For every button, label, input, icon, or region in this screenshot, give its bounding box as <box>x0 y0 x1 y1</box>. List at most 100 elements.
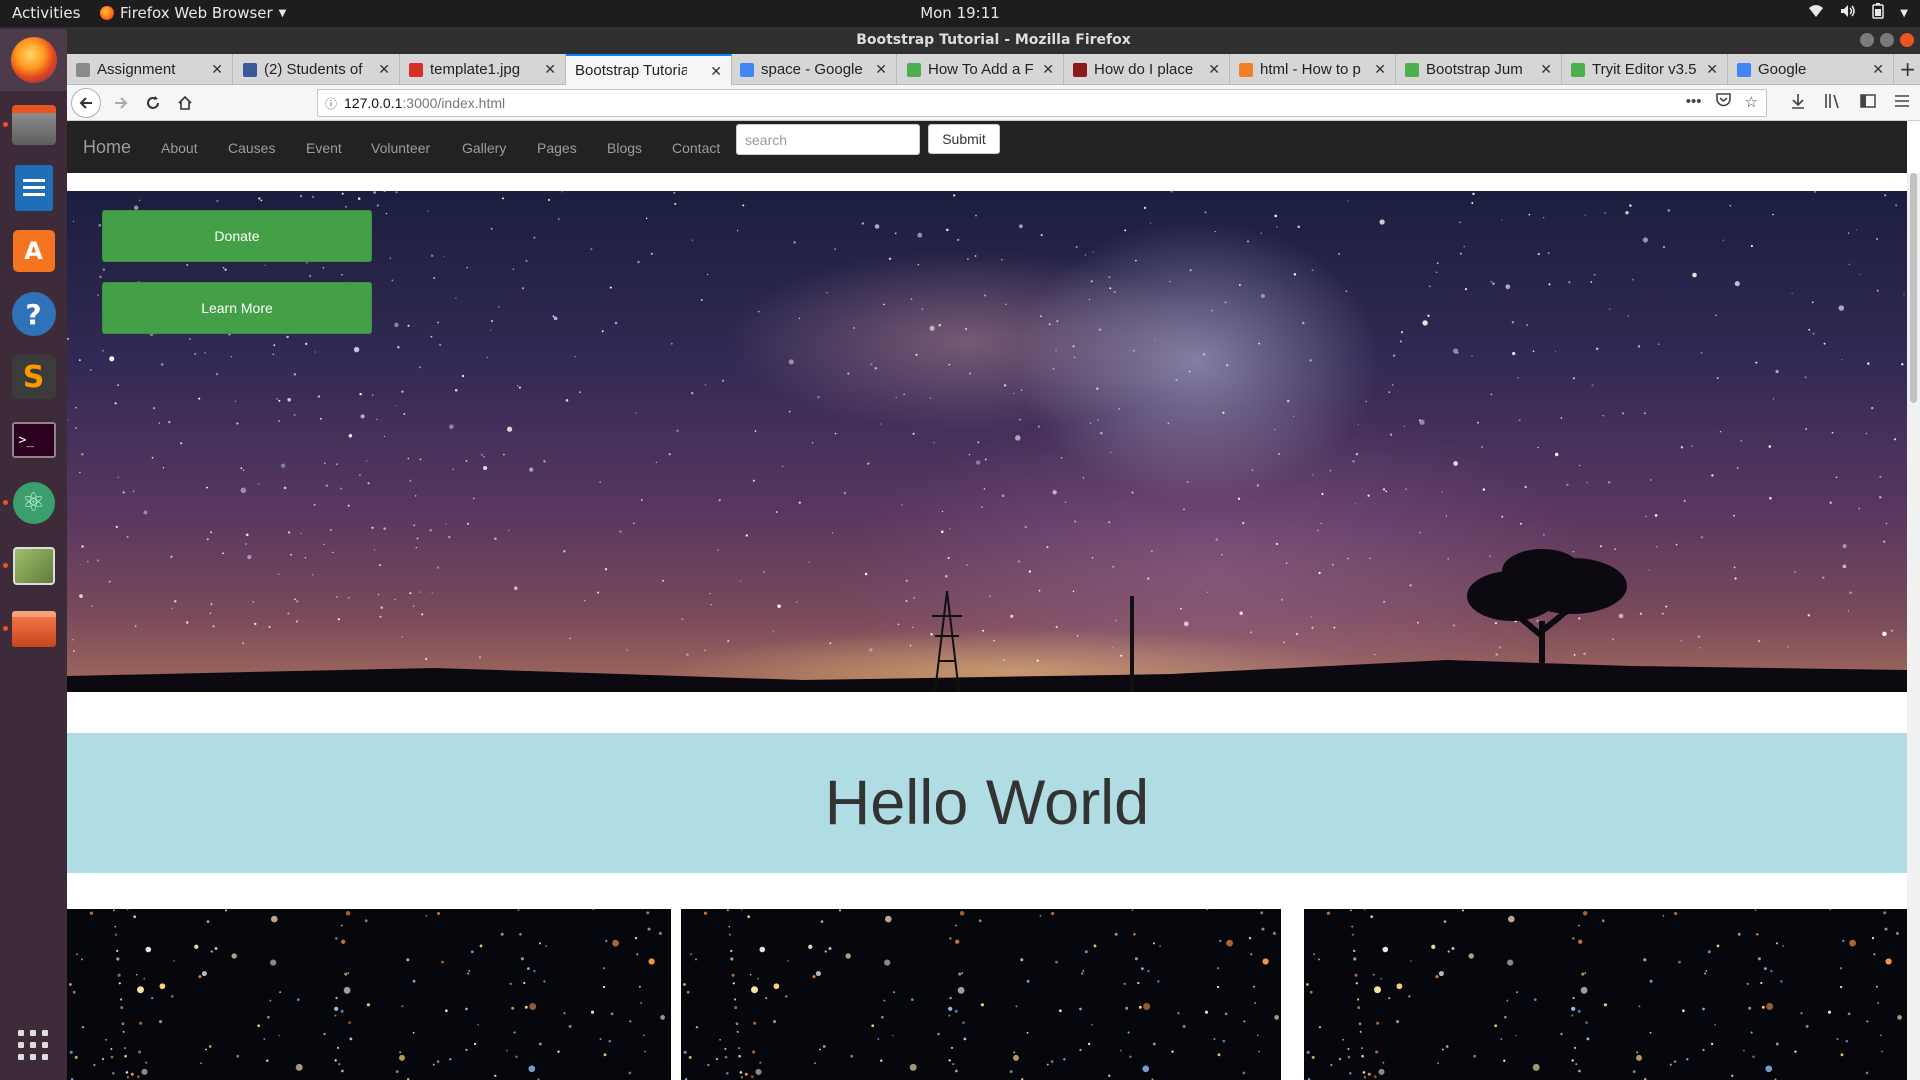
google-icon <box>1737 62 1751 77</box>
dock-sublime[interactable]: S <box>0 346 67 408</box>
donate-button[interactable]: Donate <box>102 210 372 262</box>
clock[interactable]: Mon 19:11 <box>920 4 1000 22</box>
facebook-icon <box>243 62 257 77</box>
firefox-small-icon <box>100 6 114 20</box>
bookmark-star-icon[interactable]: ☆ <box>1745 93 1758 111</box>
page-actions-icon[interactable]: ••• <box>1686 93 1702 111</box>
reload-button[interactable] <box>141 91 165 115</box>
dock-gimp[interactable] <box>0 535 67 597</box>
reload-icon <box>147 96 159 109</box>
w3schools-icon <box>1571 62 1585 77</box>
search-input[interactable] <box>736 124 920 155</box>
close-tab-icon[interactable]: ✕ <box>1208 61 1220 78</box>
maximize-button[interactable] <box>1880 33 1894 47</box>
globe-icon <box>76 62 90 77</box>
system-tray[interactable]: ▼ <box>1808 3 1908 23</box>
tab-8[interactable]: html - How to p ✕ <box>1230 54 1396 85</box>
nav-link-blogs[interactable]: Blogs <box>607 140 642 156</box>
close-tab-icon[interactable]: ✕ <box>1706 61 1718 78</box>
space-image-card-1 <box>67 909 671 1080</box>
space-image-card-2 <box>681 909 1281 1080</box>
nav-link-contact[interactable]: Contact <box>672 140 720 156</box>
close-tab-icon[interactable]: ✕ <box>1042 61 1054 78</box>
close-tab-icon[interactable]: ✕ <box>1374 61 1386 78</box>
files-icon <box>11 105 56 145</box>
forward-button[interactable] <box>109 91 133 115</box>
nav-link-about[interactable]: About <box>161 140 198 156</box>
site-info-icon[interactable]: ⓘ <box>318 95 344 112</box>
tab-11[interactable]: Google ✕ <box>1728 54 1894 85</box>
downloads-icon[interactable] <box>1790 93 1806 113</box>
url-path: :3000/index.html <box>402 95 506 111</box>
battery-icon[interactable] <box>1872 3 1885 23</box>
space-image <box>683 909 1279 1080</box>
volume-icon[interactable] <box>1840 4 1856 22</box>
tab-6[interactable]: How To Add a F ✕ <box>898 54 1064 85</box>
tab-label: How To Add a F <box>928 61 1034 78</box>
learn-more-button[interactable]: Learn More <box>102 282 372 334</box>
dock-atom[interactable]: ⚛ <box>0 472 67 534</box>
tab-3[interactable]: template1.jpg ✕ <box>400 54 566 85</box>
chevron-down-icon: ▼ <box>278 7 287 19</box>
site-navbar: Home About Causes Event Volunteer Galler… <box>67 121 1907 173</box>
new-tab-button[interactable]: + <box>1899 57 1916 81</box>
close-tab-icon[interactable]: ✕ <box>1540 61 1552 78</box>
close-tab-icon[interactable]: ✕ <box>378 61 390 78</box>
home-button[interactable] <box>173 91 197 115</box>
home-icon <box>178 95 192 110</box>
tree-silhouette <box>1467 549 1627 692</box>
dock-terminal[interactable]: >_ <box>0 409 67 471</box>
minimize-button[interactable] <box>1860 33 1874 47</box>
close-window-button[interactable] <box>1900 33 1914 47</box>
tab-2[interactable]: (2) Students of ✕ <box>234 54 400 85</box>
close-tab-icon[interactable]: ✕ <box>710 63 722 80</box>
scrollbar-thumb[interactable] <box>1910 173 1917 403</box>
wifi-icon[interactable] <box>1808 4 1824 22</box>
help-icon: ? <box>11 292 56 336</box>
sidebar-icon[interactable] <box>1860 93 1876 113</box>
writer-icon <box>14 165 53 211</box>
tab-label: space - Google <box>761 61 863 78</box>
page-viewport: Home About Causes Event Volunteer Galler… <box>67 121 1920 1080</box>
library-icon[interactable] <box>1824 93 1842 113</box>
nav-link-causes[interactable]: Causes <box>228 140 275 156</box>
atom-icon: ⚛ <box>12 482 55 524</box>
nav-link-gallery[interactable]: Gallery <box>462 140 506 156</box>
w3schools-icon <box>907 62 921 77</box>
nav-link-pages[interactable]: Pages <box>537 140 577 156</box>
dock-archive[interactable] <box>0 598 67 660</box>
dock-help[interactable]: ? <box>0 283 67 345</box>
show-apps-icon[interactable] <box>18 1030 48 1060</box>
close-tab-icon[interactable]: ✕ <box>211 61 223 78</box>
page-scrollbar[interactable] <box>1907 173 1920 1080</box>
tab-10[interactable]: Tryit Editor v3.5 ✕ <box>1562 54 1728 85</box>
app-menu[interactable]: Firefox Web Browser ▼ <box>100 4 286 22</box>
hamburger-menu-icon[interactable] <box>1894 93 1910 113</box>
window-titlebar[interactable]: Bootstrap Tutorial - Mozilla Firefox <box>67 27 1920 54</box>
chevron-down-icon[interactable]: ▼ <box>1900 8 1908 19</box>
nav-link-volunteer[interactable]: Volunteer <box>371 140 430 156</box>
google-icon <box>740 62 754 77</box>
close-tab-icon[interactable]: ✕ <box>544 61 556 78</box>
close-tab-icon[interactable]: ✕ <box>875 61 887 78</box>
close-tab-icon[interactable]: ✕ <box>1872 61 1884 78</box>
dock-software-center[interactable]: A <box>0 220 67 282</box>
w3schools-icon <box>1405 62 1419 77</box>
activities-button[interactable]: Activities <box>12 4 80 22</box>
tab-5[interactable]: space - Google ✕ <box>731 54 897 85</box>
tab-9[interactable]: Bootstrap Jum ✕ <box>1396 54 1562 85</box>
dock-firefox[interactable] <box>0 29 67 91</box>
dock-writer[interactable] <box>0 157 67 219</box>
submit-button[interactable]: Submit <box>928 124 1000 154</box>
tab-label: Bootstrap Jum <box>1426 61 1523 78</box>
pocket-icon[interactable] <box>1715 93 1731 111</box>
dock-files[interactable] <box>0 94 67 156</box>
nav-link-event[interactable]: Event <box>306 140 342 156</box>
address-bar[interactable]: ⓘ 127.0.0.1:3000/index.html ••• ☆ <box>317 89 1767 117</box>
tab-7[interactable]: How do I place ✕ <box>1064 54 1230 85</box>
tab-strip: Assignment ✕ (2) Students of ✕ template1.jpg… <box>67 54 1920 85</box>
tab-4[interactable]: Bootstrap Tutorial ✕ <box>566 54 732 85</box>
back-button[interactable] <box>71 88 101 118</box>
navbar-brand-home[interactable]: Home <box>83 137 131 158</box>
tab-1[interactable]: Assignment ✕ <box>67 54 233 85</box>
